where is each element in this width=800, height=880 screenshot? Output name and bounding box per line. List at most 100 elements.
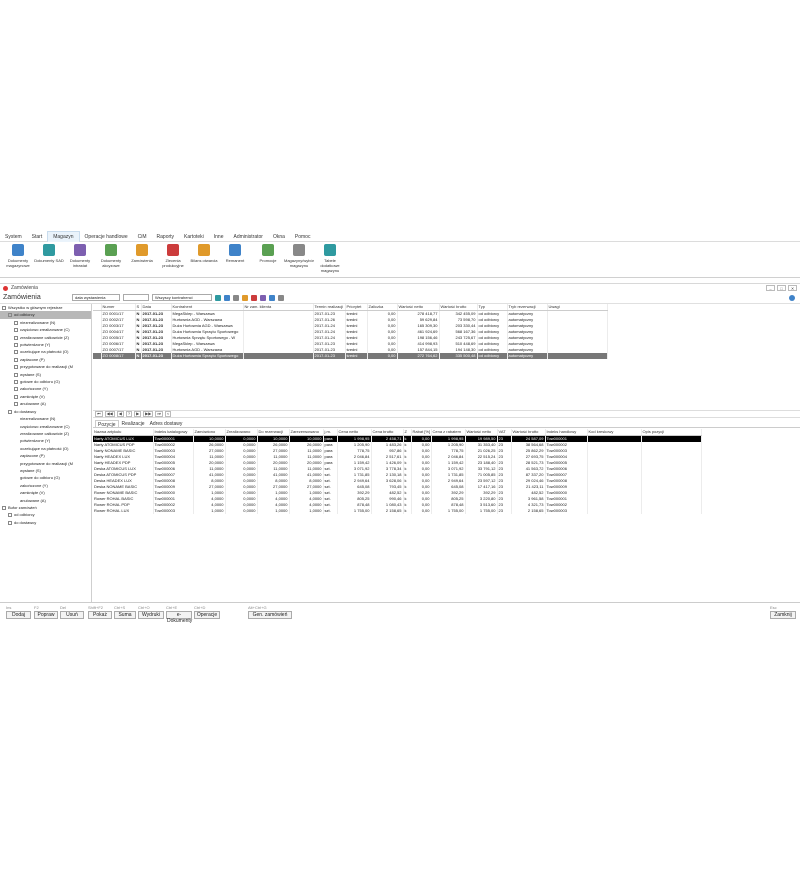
close-button[interactable]: ✕ [788,285,797,291]
menu-item[interactable]: Raporty [152,232,180,242]
ribbon-button[interactable]: Dokumenty SAD [34,242,64,277]
tree-node[interactable]: oczekujące na płatność (O) [0,348,91,355]
clear-filter-icon[interactable] [251,294,257,301]
minimize-button[interactable]: – [766,285,775,291]
navigator-button[interactable]: < [164,411,172,417]
ribbon-button[interactable]: Zlecenia produkcyjne [158,242,188,277]
action-button[interactable]: Zamknij [770,611,796,619]
tree-node[interactable]: anulowane (A) [0,497,91,504]
funnel-icon[interactable] [224,294,230,301]
tree-node[interactable]: zamknięte (V) [0,489,91,496]
date-mode-select[interactable]: data wystawienia [72,294,120,301]
action-button[interactable]: Usuń [60,611,84,619]
folder-icon[interactable] [242,294,248,301]
expand-icon[interactable] [14,402,18,407]
tree-node[interactable]: do dostawcy [0,408,91,415]
expand-icon[interactable] [14,328,18,333]
action-button[interactable]: Dodaj [6,611,31,619]
tree-node[interactable]: zakończone (Y) [0,385,91,392]
table-row[interactable]: Rower ROHAL LUX Tow000003 1,0000 0,0000 1,00… [93,508,702,514]
tree-node[interactable]: anulowane (A) [0,400,91,407]
tree-node[interactable]: gotowe do odbioru (G) [0,378,91,385]
navigator-button[interactable]: ⏮ [95,411,103,417]
expand-icon[interactable] [8,520,12,525]
positions-column-header[interactable]: Zarezerwowano [289,429,324,436]
tree-node[interactable]: oczekujące na płatność (O) [0,445,91,452]
tree-node[interactable]: od odbiorcy [0,511,91,518]
menu-item[interactable]: Okna [268,232,290,242]
tree-node[interactable]: częściowo zrealizowane (C) [0,423,91,430]
action-button[interactable]: Operacje [194,611,220,619]
menu-item[interactable]: Operacje handlowe [80,232,133,242]
ribbon-button[interactable]: Dokumenty akcyzowe [96,242,126,277]
tree-node[interactable]: wysłane (S) [0,371,91,378]
expand-icon[interactable] [14,387,18,392]
navigator-button[interactable]: ? [125,411,133,417]
tree-node[interactable]: przygotowane do realizacji (M [0,460,91,467]
contractor-select[interactable]: Wszyscy kontrahenci [152,294,212,301]
tree-node[interactable]: zapłacone (P) [0,356,91,363]
tree-node[interactable]: od odbiorcy [0,311,91,319]
tree-node[interactable]: gotowe do odbioru (G) [0,474,91,481]
tree-node[interactable]: zrealizowane całkowicie (Z) [0,430,91,437]
navigator-button[interactable]: ▶▶ [143,411,154,417]
orders-column-header[interactable]: Termin realizacji [313,304,346,311]
tree-node[interactable]: niezrealizowane (N) [0,319,91,326]
expand-icon[interactable] [14,394,18,399]
expand-icon[interactable] [14,380,18,384]
ribbon-button[interactable]: Dokumenty magazynowe [3,242,33,277]
expand-icon[interactable] [14,365,18,370]
expand-icon[interactable] [14,372,18,377]
date-input[interactable] [123,294,149,301]
expand-icon[interactable] [2,505,6,510]
tree-node[interactable]: zapłacone (P) [0,452,91,459]
expand-icon[interactable] [8,513,12,518]
tree-node[interactable]: zamknięte (V) [0,393,91,400]
ribbon-button[interactable]: Magazyny/wybór magazynu [284,242,314,277]
expand-icon[interactable] [14,357,18,362]
expand-icon[interactable] [14,335,18,340]
tree-node[interactable]: niezrealizowane (N) [0,415,91,422]
menu-item[interactable]: Administrator [229,232,268,242]
ribbon-button[interactable]: Dokumenty intrastat [65,242,95,277]
advanced-filter-icon[interactable] [260,294,266,301]
settings-icon[interactable] [278,294,284,301]
positions-column-header[interactable]: Cena z rabatem [431,429,466,436]
table-row[interactable]: ZO 0008/17 N 2017-01-23 Duża Hurtownia Sprz… [93,353,608,359]
action-button[interactable]: Gen. zamówień [248,611,292,619]
action-button[interactable]: Suma [114,611,136,619]
expand-icon[interactable] [8,313,12,318]
filter-icon[interactable] [215,294,221,301]
navigator-button[interactable]: ◀◀ [104,411,115,417]
ribbon-button[interactable]: Zamówienia [127,242,157,277]
tree-node[interactable]: częściowo zrealizowane (C) [0,326,91,333]
tree-node[interactable]: wysłane (S) [0,467,91,474]
menu-item[interactable]: Inne [209,232,229,242]
positions-column-header[interactable]: Rabat [%] [411,429,432,436]
lock-icon[interactable] [269,294,275,301]
refresh-icon[interactable] [789,294,795,301]
ribbon-button[interactable]: Remanent [220,242,250,277]
tree-node[interactable]: przygotowane do realizacji (M [0,363,91,370]
action-button[interactable]: e-Dokumenty [166,611,192,624]
menu-item[interactable]: Start [27,232,48,242]
menu-item[interactable]: Kartoteki [179,232,209,242]
expand-icon[interactable] [2,305,6,310]
action-button[interactable]: Popraw [34,611,58,619]
menu-item[interactable]: CiM [133,232,152,242]
tree-node[interactable]: potwierdzone (Y) [0,437,91,444]
tab-1[interactable]: Realizacje [120,420,147,427]
menu-item[interactable]: Pomoc [290,232,316,242]
tab-2[interactable]: Adres dostawy [148,420,185,427]
tree-node[interactable]: zakończone (Y) [0,482,91,489]
tree-node[interactable]: Bufor zamówień [0,504,91,511]
expand-icon[interactable] [14,320,18,325]
tree-node[interactable]: zrealizowane całkowicie (Z) [0,334,91,341]
navigator-button[interactable]: ▶ [134,411,142,417]
expand-icon[interactable] [8,409,12,414]
navigator-button[interactable]: ⏭ [155,411,163,417]
ribbon-button[interactable]: Promocje [253,242,283,277]
positions-column-header[interactable]: Indeks katalogowy [153,429,194,436]
tab-0[interactable]: Pozycje [95,420,119,428]
ribbon-button[interactable]: Bilans otwarcia [189,242,219,277]
